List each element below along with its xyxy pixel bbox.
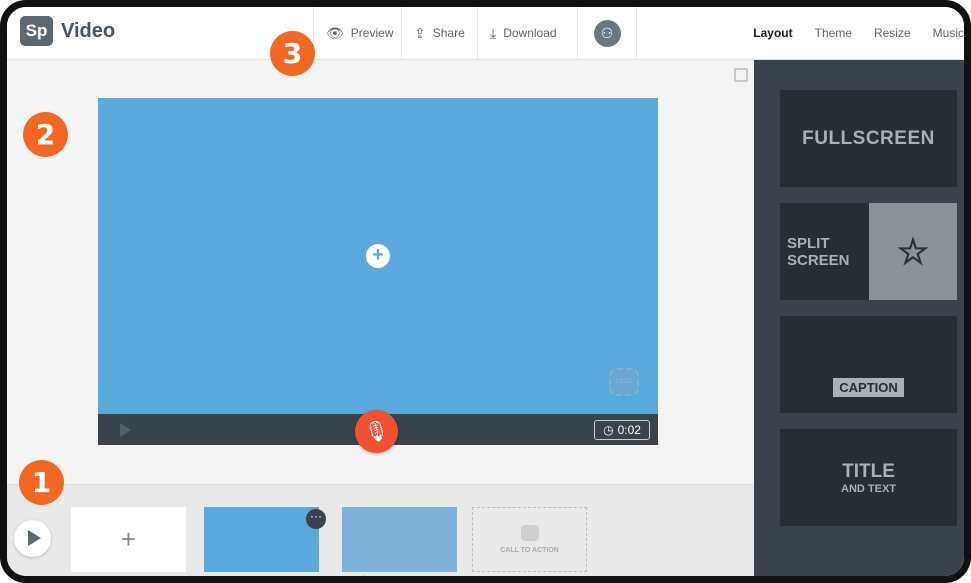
clock-icon: ◷	[603, 423, 614, 437]
slide-duration[interactable]: ◷ 0:02	[594, 420, 650, 440]
logo-text: Video	[61, 19, 116, 42]
title-sub-label: AND TEXT	[841, 482, 896, 495]
split-line1: SPLIT	[787, 234, 830, 252]
slide-label: Credits	[342, 575, 374, 583]
step-badge-3: 3	[270, 31, 315, 76]
layout-panel: FULLSCREEN SPLIT SCREEN ☆ CAPTION TITLE …	[754, 60, 964, 576]
step-badge-2: 2	[23, 112, 68, 157]
preview-button[interactable]: 👁 Preview	[313, 7, 401, 59]
split-label: SPLIT SCREEN	[787, 235, 850, 269]
title-label: TITLE	[842, 460, 895, 482]
record-voice-button[interactable]: 🎙	[355, 410, 398, 453]
eye-icon: 👁	[326, 24, 344, 41]
top-bar: Sp Video 👁 Preview ⇪ Share ⤓ Download ⚇ …	[7, 7, 964, 60]
tab-music[interactable]: Music	[933, 26, 964, 40]
caption-tag: CAPTION	[833, 378, 904, 397]
cta-text: CALL TO ACTION	[500, 547, 559, 554]
add-slide-button[interactable]: +	[71, 507, 186, 572]
play-icon[interactable]	[120, 423, 131, 437]
user-add-icon: ⚇	[593, 19, 621, 47]
microphone-icon: 🎙	[363, 421, 390, 443]
top-tabs: Layout Theme Resize Music	[753, 7, 964, 59]
layout-title-text[interactable]: TITLE AND TEXT	[780, 429, 957, 526]
download-button[interactable]: ⤓ Download	[477, 7, 577, 59]
preview-label: Preview	[350, 26, 394, 40]
more-options-icon[interactable]: ···	[306, 509, 326, 529]
timeline: + ··· 1 Credits CALL TO ACTION Outro	[7, 484, 754, 583]
layout-split-screen[interactable]: SPLIT SCREEN ☆	[780, 203, 957, 300]
logo-placeholder-icon	[520, 525, 539, 541]
step-badge-1: 1	[19, 460, 64, 505]
slide-thumbnail-outro[interactable]: CALL TO ACTION	[472, 507, 587, 572]
share-label: Share	[432, 26, 465, 40]
share-button[interactable]: ⇪ Share	[401, 7, 477, 59]
slide-label: 1	[204, 575, 210, 583]
fit-screen-icon[interactable]	[734, 68, 748, 82]
download-icon: ⤓	[490, 24, 497, 41]
slide-label: Outro	[472, 575, 498, 583]
split-line2: SCREEN	[787, 251, 850, 269]
tab-resize[interactable]: Resize	[874, 26, 911, 40]
app-frame: Sp Video 👁 Preview ⇪ Share ⤓ Download ⚇ …	[0, 0, 971, 583]
duration-value: 0:02	[617, 423, 641, 437]
layout-fullscreen[interactable]: FULLSCREEN	[780, 90, 957, 187]
download-label: Download	[503, 26, 557, 40]
collaborators-button[interactable]: ⚇	[577, 7, 637, 59]
slide-thumbnail-1[interactable]: ···	[204, 507, 326, 572]
app-logo[interactable]: Sp Video	[20, 16, 115, 46]
logo-badge: Sp	[20, 16, 53, 46]
share-icon: ⇪	[414, 24, 426, 41]
tab-theme[interactable]: Theme	[815, 26, 852, 40]
slide-thumbnail-credits[interactable]	[342, 507, 457, 572]
add-media-button[interactable]: +	[366, 244, 390, 268]
play-all-button[interactable]	[14, 520, 51, 557]
star-icon: ☆	[869, 203, 957, 300]
tab-layout[interactable]: Layout	[753, 26, 792, 40]
logo-stamp[interactable]: LOGO	[609, 368, 639, 396]
video-stage[interactable]: + LOGO	[98, 98, 658, 414]
layout-caption[interactable]: CAPTION	[780, 316, 957, 413]
